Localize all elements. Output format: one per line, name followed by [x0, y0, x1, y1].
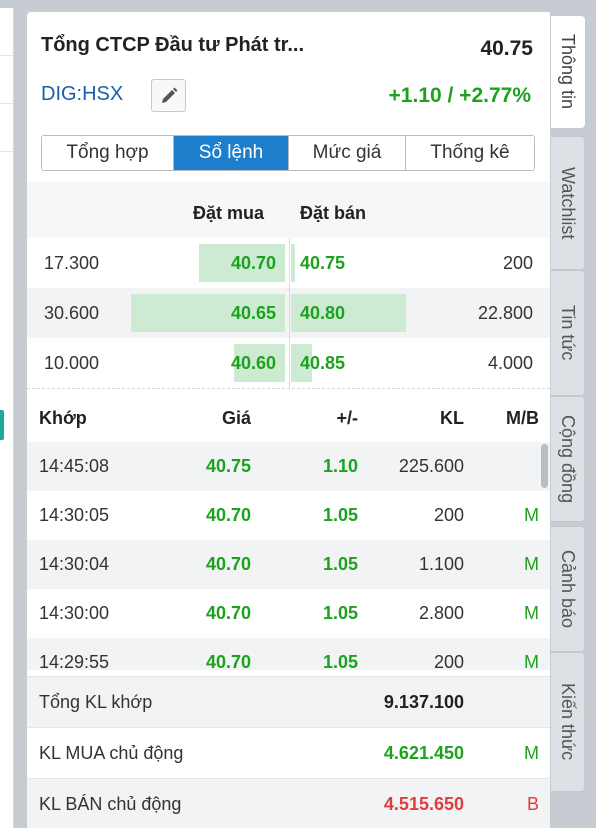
- col-change: +/-: [336, 408, 358, 428]
- trade-volume: 1.100: [418, 554, 464, 574]
- trade-time: 14:30:05: [39, 505, 110, 525]
- bid-header: Đặt mua: [193, 203, 265, 223]
- side-tab-canh-bao[interactable]: Cảnh báo: [551, 526, 585, 652]
- company-name: Tổng CTCP Đầu tư Phát tr...: [41, 34, 305, 56]
- trade-price: 40.75: [205, 456, 251, 476]
- side-tab-watchlist[interactable]: Watchlist: [551, 136, 585, 270]
- bid-volume: 10.000: [44, 353, 100, 373]
- edit-button[interactable]: [151, 79, 186, 112]
- active-buy-side: M: [524, 743, 539, 763]
- trade-change: 1.05: [322, 554, 358, 574]
- left-panel-edge: [0, 8, 14, 828]
- col-volume: KL: [440, 408, 464, 428]
- ask-volume: 22.800: [477, 303, 533, 323]
- active-sell-value: 4.515.650: [383, 794, 464, 814]
- side-tab-thong-tin[interactable]: Thông tin: [551, 16, 585, 128]
- side-tab-label: Kiến thức: [558, 683, 578, 761]
- bid-price[interactable]: 40.65: [231, 303, 276, 324]
- bid-price[interactable]: 40.60: [231, 353, 276, 374]
- current-price: 40.75: [480, 37, 533, 60]
- trade-time: 14:30:00: [39, 603, 110, 623]
- trade-log-header: Khớp Giá +/- KL M/B: [27, 394, 550, 442]
- trade-volume: 200: [433, 652, 464, 670]
- order-book-separator: [27, 388, 550, 389]
- trade-side: M: [524, 652, 539, 670]
- detail-tabs: Tổng hợp Sổ lệnh Mức giá Thống kê: [41, 135, 535, 171]
- summary-buy-row: KL MUA chủ động 4.621.450 M: [27, 727, 550, 778]
- trade-time: 14:29:55: [39, 652, 110, 670]
- side-tab-label: Cảnh báo: [558, 549, 578, 629]
- trade-log-list[interactable]: 14:45:08 40.75 1.10 225.600 14:30:05 40.…: [27, 442, 550, 670]
- trade-row: 14:29:55 40.70 1.05 200 M: [27, 638, 550, 670]
- trade-row: 14:30:04 40.70 1.05 1.100 M: [27, 540, 550, 589]
- stock-detail-panel: Tổng CTCP Đầu tư Phát tr... 40.75 DIG:HS…: [27, 12, 550, 828]
- side-tab-bar: Thông tin Watchlist Tin tức Cộng đồng Cả…: [551, 12, 596, 828]
- trade-price: 40.70: [205, 652, 251, 670]
- ask-price[interactable]: 40.75: [300, 253, 345, 274]
- ask-volume: 200: [502, 253, 533, 273]
- summary-sell-row: KL BÁN chủ động 4.515.650 B: [27, 778, 550, 828]
- col-time: Khớp: [39, 408, 87, 428]
- trade-change: 1.05: [322, 652, 358, 670]
- side-tab-tin-tuc[interactable]: Tin tức: [551, 270, 585, 396]
- pencil-icon: [161, 87, 177, 103]
- summary-total-row: Tổng KL khớp 9.137.100: [27, 676, 550, 727]
- bid-price[interactable]: 40.70: [231, 253, 276, 274]
- trade-price: 40.70: [205, 554, 251, 574]
- side-tab-label: Tin tức: [558, 305, 578, 361]
- tab-tong-hop[interactable]: Tổng hợp: [42, 136, 174, 170]
- trade-change: 1.10: [322, 456, 358, 476]
- trade-change: 1.05: [322, 603, 358, 623]
- trade-price: 40.70: [205, 603, 251, 623]
- col-side: M/B: [506, 408, 539, 428]
- col-price: Giá: [221, 408, 251, 428]
- trade-time: 14:45:08: [39, 456, 110, 476]
- tab-thong-ke[interactable]: Thống kê: [406, 136, 534, 170]
- side-tab-label: Watchlist: [558, 166, 578, 240]
- ask-volume: 4.000: [487, 353, 533, 373]
- left-panel-row: [0, 56, 13, 104]
- trade-row: 14:45:08 40.75 1.10 225.600: [27, 442, 550, 491]
- active-buy-value: 4.621.450: [383, 743, 464, 763]
- price-change: +1.10 / +2.77%: [388, 84, 531, 107]
- trade-volume: 200: [433, 505, 464, 525]
- trade-time: 14:30:04: [39, 554, 110, 574]
- bid-volume: 17.300: [44, 253, 100, 273]
- tab-so-lenh[interactable]: Sổ lệnh: [174, 136, 289, 170]
- trade-log-scrollbar[interactable]: [541, 444, 548, 488]
- trade-row: 14:30:00 40.70 1.05 2.800 M: [27, 589, 550, 638]
- tab-muc-gia[interactable]: Mức giá: [289, 136, 406, 170]
- left-panel-row: [0, 8, 13, 56]
- total-volume-label: Tổng KL khớp: [39, 692, 153, 712]
- trade-side: M: [524, 603, 539, 623]
- trade-volume: 225.600: [398, 456, 464, 476]
- ask-volume-bar: [291, 244, 295, 282]
- ask-price[interactable]: 40.85: [300, 353, 345, 374]
- trade-side: M: [524, 554, 539, 574]
- side-tab-label: Thông tin: [558, 34, 578, 110]
- ask-header: Đặt bán: [300, 203, 367, 223]
- trade-volume: 2.800: [418, 603, 464, 623]
- bid-volume: 30.600: [44, 303, 100, 323]
- active-buy-label: KL MUA chủ động: [39, 743, 184, 763]
- active-sell-label: KL BÁN chủ động: [39, 794, 182, 814]
- trade-price: 40.70: [205, 505, 251, 525]
- ask-price[interactable]: 40.80: [300, 303, 345, 324]
- side-tab-label: Cộng đồng: [558, 414, 578, 504]
- active-sell-side: B: [526, 794, 539, 814]
- trade-change: 1.05: [322, 505, 358, 525]
- trade-row: 14:30:05 40.70 1.05 200 M: [27, 491, 550, 540]
- order-book-header: Đặt mua Đặt bán: [27, 182, 550, 238]
- trade-side: M: [524, 505, 539, 525]
- left-panel-row: [0, 104, 13, 152]
- side-tab-kien-thuc[interactable]: Kiến thức: [551, 652, 585, 792]
- ticker-symbol[interactable]: DIG:HSX: [41, 83, 123, 106]
- total-volume-value: 9.137.100: [383, 692, 464, 712]
- left-panel-indicator: [0, 410, 4, 440]
- side-tab-cong-dong[interactable]: Cộng đồng: [551, 396, 585, 522]
- order-book-divider: [289, 238, 290, 388]
